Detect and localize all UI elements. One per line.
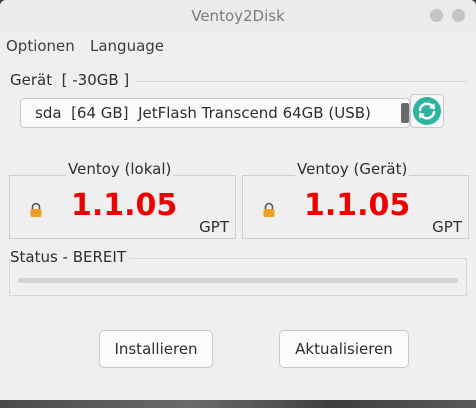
local-version-box: 1.1.05 GPT	[9, 175, 236, 239]
minimize-button[interactable]	[430, 9, 443, 22]
refresh-device-button[interactable]	[410, 94, 444, 128]
refresh-icon	[413, 97, 441, 125]
update-button[interactable]: Aktualisieren	[279, 330, 409, 368]
device-version-box: 1.1.05 GPT	[242, 175, 469, 239]
window-title: Ventoy2Disk	[191, 7, 285, 25]
lock-icon	[263, 202, 275, 217]
menu-bar: Optionen Language	[0, 34, 476, 56]
lock-icon	[30, 202, 42, 217]
dropdown-arrow-icon	[401, 103, 409, 123]
local-version-label: Ventoy (lokal)	[66, 160, 174, 178]
device-version-number: 1.1.05	[304, 188, 411, 223]
title-bar[interactable]: Ventoy2Disk	[0, 0, 476, 32]
status-label: Status - BEREIT	[10, 248, 130, 266]
close-button[interactable]	[452, 9, 465, 22]
local-partition-style: GPT	[199, 218, 229, 236]
menu-optionen[interactable]: Optionen	[6, 37, 75, 55]
device-group-border	[135, 81, 467, 82]
device-group-label: Gerät [ -30GB ]	[10, 71, 130, 89]
device-partition-style: GPT	[432, 218, 462, 236]
local-version-number: 1.1.05	[71, 188, 178, 223]
device-dropdown-value: sda [64 GB] JetFlash Transcend 64GB (USB…	[35, 104, 371, 122]
device-version-label: Ventoy (Gerät)	[295, 160, 410, 178]
menu-language[interactable]: Language	[90, 37, 164, 55]
desktop-background	[0, 400, 476, 408]
device-dropdown[interactable]: sda [64 GB] JetFlash Transcend 64GB (USB…	[20, 98, 410, 128]
install-button[interactable]: Installieren	[99, 330, 213, 368]
progress-bar	[18, 278, 458, 283]
ventoy2disk-window: Ventoy2Disk Optionen Language Gerät [ -3…	[0, 0, 476, 400]
